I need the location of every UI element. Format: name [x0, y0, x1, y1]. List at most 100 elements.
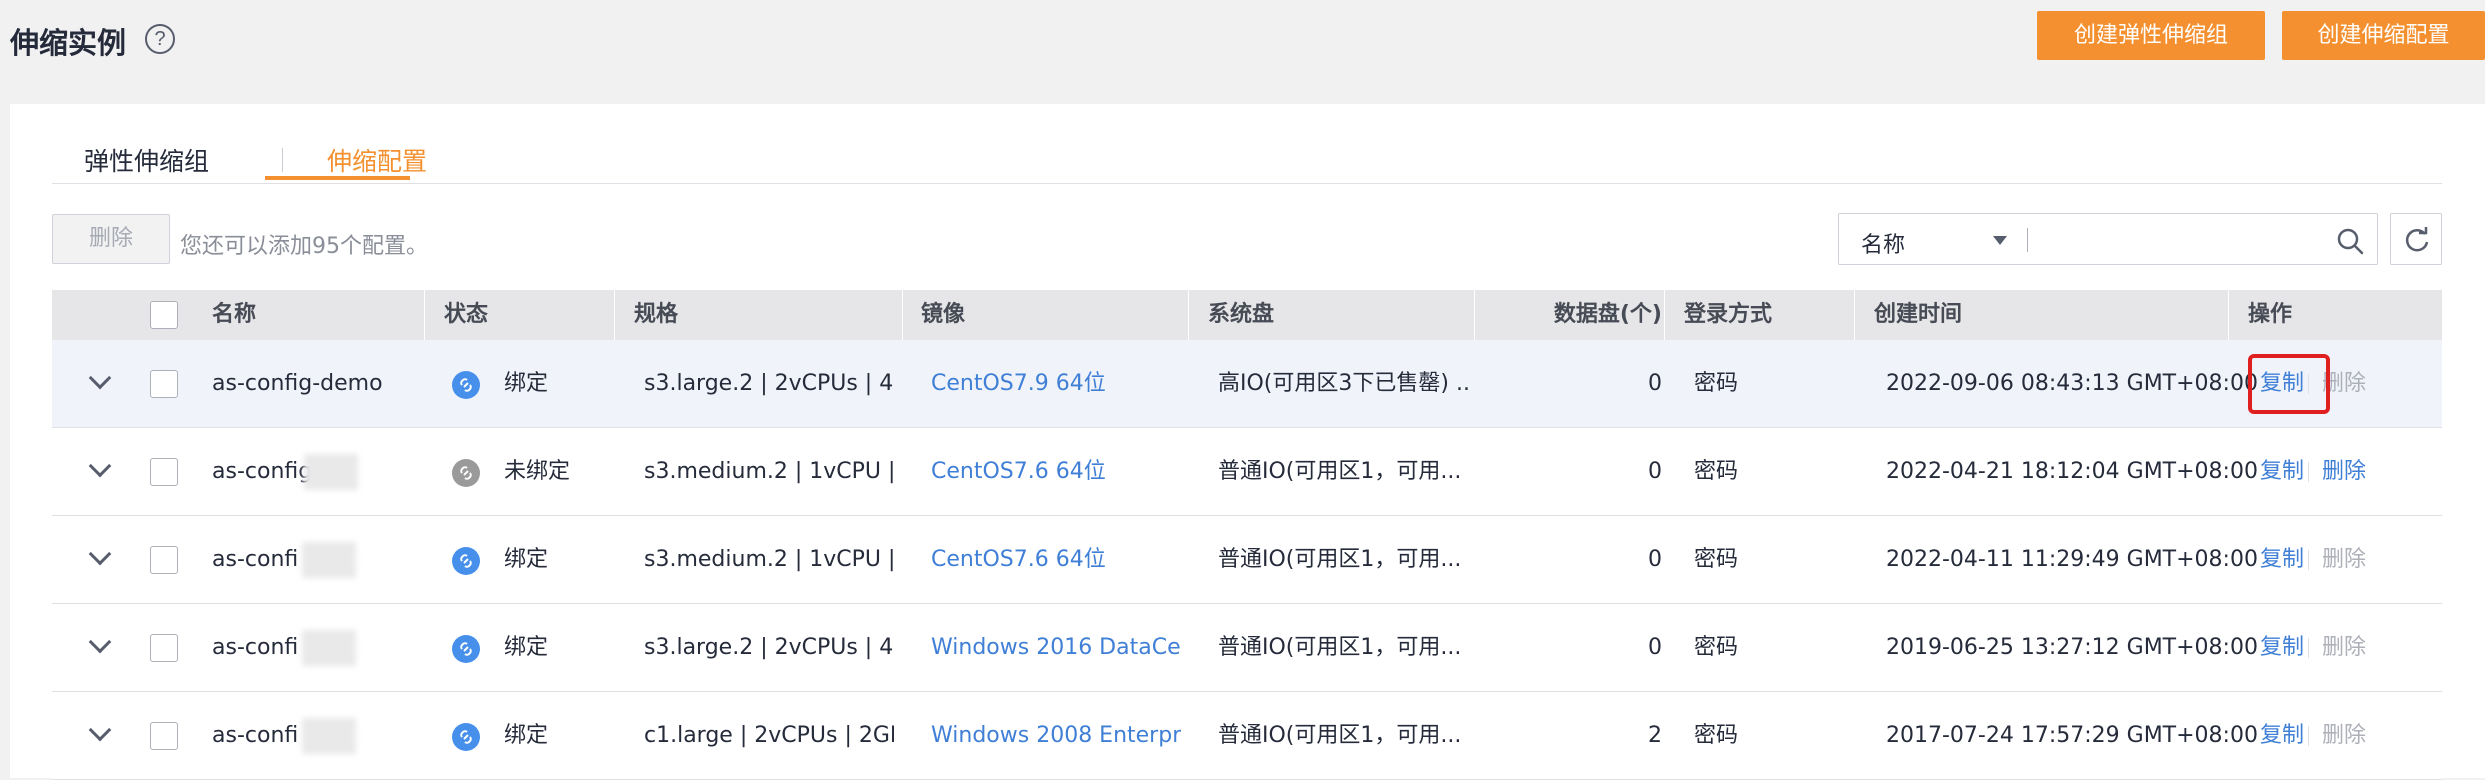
refresh-button[interactable]	[2390, 213, 2442, 265]
copy-link[interactable]: 复制	[2260, 692, 2304, 780]
column-divider	[2228, 290, 2229, 340]
data-disk-count: 0	[1648, 547, 1662, 572]
login-method: 密码	[1694, 547, 1739, 572]
created-time: 2019-06-25 13:27:12 GMT+08:00	[1886, 635, 2258, 660]
system-disk-text: 普通IO(可用区1，可用...	[1218, 723, 1462, 748]
status-text: 绑定	[504, 371, 549, 396]
config-name: as-config-demo	[212, 371, 383, 396]
row-checkbox[interactable]	[150, 634, 178, 662]
column-divider	[614, 290, 615, 340]
delete-link[interactable]: 删除	[2322, 692, 2366, 780]
search-divider	[2027, 228, 2028, 252]
tab-scaling-configs[interactable]: 伸缩配置	[327, 142, 427, 178]
system-disk-text: 普通IO(可用区1，可用...	[1218, 635, 1462, 660]
expand-row-toggle[interactable]	[80, 542, 120, 574]
action-divider	[2308, 550, 2309, 570]
create-scaling-group-button[interactable]: 创建弹性伸缩组	[2037, 11, 2265, 60]
spec-text: s3.large.2 | 2vCPUs | 4GB	[644, 371, 894, 396]
tab-scaling-groups[interactable]: 弹性伸缩组	[84, 142, 209, 178]
table-row[interactable]: as-confi 绑定 s3.large.2 | 2vCPUs | 4GB Wi…	[52, 604, 2442, 692]
data-disk-count: 0	[1648, 635, 1662, 660]
created-time: 2017-07-24 17:57:29 GMT+08:00	[1886, 723, 2258, 748]
system-disk-text: 普通IO(可用区1，可用...	[1218, 547, 1462, 572]
spec-text: c1.large | 2vCPUs | 2GB	[644, 723, 894, 748]
table-row[interactable]: as-config-demo 绑定 s3.large.2 | 2vCPUs | …	[52, 340, 2442, 428]
column-divider	[1188, 290, 1189, 340]
caret-down-icon[interactable]	[1993, 236, 2007, 245]
column-header-image: 镜像	[921, 302, 966, 327]
spec-text: s3.medium.2 | 1vCPU | ...	[644, 547, 894, 572]
table-row[interactable]: as-confi 绑定 c1.large | 2vCPUs | 2GB Wind…	[52, 692, 2442, 780]
chevron-down-icon	[88, 630, 112, 654]
chevron-down-icon	[88, 454, 112, 478]
table-row[interactable]: as-config 未绑定 s3.medium.2 | 1vCPU | ... …	[52, 428, 2442, 516]
redaction-blur	[302, 718, 356, 754]
image-link[interactable]: Windows 2016 DataCe...	[931, 604, 1181, 692]
column-header-data-disks: 数据盘(个)	[1553, 302, 1662, 327]
search-field-select[interactable]: 名称	[1861, 227, 1905, 259]
copy-link[interactable]: 复制	[2260, 604, 2304, 692]
quota-hint: 您还可以添加95个配置。	[180, 234, 428, 259]
expand-row-toggle[interactable]	[80, 718, 120, 750]
action-divider	[2308, 726, 2309, 746]
active-tab-indicator	[265, 176, 410, 180]
action-divider	[2308, 462, 2309, 482]
login-method: 密码	[1694, 459, 1739, 484]
tab-divider	[282, 148, 283, 172]
image-link[interactable]: Windows 2008 Enterpri...	[931, 692, 1181, 780]
highlight-annotation-box	[2248, 354, 2330, 414]
refresh-icon	[2405, 227, 2429, 252]
copy-link[interactable]: 复制	[2260, 428, 2304, 516]
create-scaling-config-button[interactable]: 创建伸缩配置	[2282, 11, 2485, 60]
status-text: 绑定	[504, 635, 549, 660]
row-checkbox[interactable]	[150, 546, 178, 574]
help-icon[interactable]: ?	[145, 24, 175, 54]
data-disk-count: 2	[1648, 723, 1662, 748]
bound-status-icon	[452, 371, 480, 399]
delete-link[interactable]: 删除	[2322, 516, 2366, 604]
select-all-checkbox[interactable]	[150, 301, 178, 329]
table-row[interactable]: as-confi 绑定 s3.medium.2 | 1vCPU | ... Ce…	[52, 516, 2442, 604]
column-divider	[424, 290, 425, 340]
row-checkbox[interactable]	[150, 370, 178, 398]
column-header-name: 名称	[212, 302, 257, 327]
login-method: 密码	[1694, 723, 1739, 748]
spec-text: s3.large.2 | 2vCPUs | 4GB	[644, 635, 894, 660]
status-text: 绑定	[504, 723, 549, 748]
redaction-blur	[302, 630, 356, 666]
column-header-spec: 规格	[634, 302, 679, 327]
image-link[interactable]: CentOS7.6 64位	[931, 516, 1181, 604]
chevron-down-icon	[88, 542, 112, 566]
search-icon[interactable]	[2335, 226, 2365, 256]
row-checkbox[interactable]	[150, 458, 178, 486]
batch-delete-button[interactable]: 删除	[52, 214, 170, 264]
expand-row-toggle[interactable]	[80, 454, 120, 486]
column-divider	[902, 290, 903, 340]
column-divider	[1664, 290, 1665, 340]
expand-row-toggle[interactable]	[80, 366, 120, 398]
spec-text: s3.medium.2 | 1vCPU | ...	[644, 459, 894, 484]
search-input[interactable]	[2035, 220, 2325, 258]
data-disk-count: 0	[1648, 459, 1662, 484]
delete-link[interactable]: 删除	[2322, 604, 2366, 692]
login-method: 密码	[1694, 371, 1739, 396]
content-panel: 弹性伸缩组 伸缩配置 删除 您还可以添加95个配置。 名称 名称 状态 规格 镜…	[10, 104, 2485, 780]
delete-link[interactable]: 删除	[2322, 428, 2366, 516]
redaction-blur	[304, 454, 358, 490]
created-time: 2022-09-06 08:43:13 GMT+08:00	[1886, 371, 2258, 396]
table-header: 名称 状态 规格 镜像 系统盘 数据盘(个) 登录方式 创建时间 操作	[52, 290, 2442, 340]
data-disk-count: 0	[1648, 371, 1662, 396]
status-text: 绑定	[504, 547, 549, 572]
copy-link[interactable]: 复制	[2260, 516, 2304, 604]
expand-row-toggle[interactable]	[80, 630, 120, 662]
chevron-down-icon	[88, 366, 112, 390]
action-divider	[2308, 638, 2309, 658]
image-link[interactable]: CentOS7.9 64位	[931, 340, 1181, 428]
created-time: 2022-04-21 18:12:04 GMT+08:00	[1886, 459, 2258, 484]
page-title: 伸缩实例	[10, 26, 127, 60]
column-divider	[1474, 290, 1475, 340]
tab-bar: 弹性伸缩组 伸缩配置	[52, 134, 2442, 184]
column-header-system-disk: 系统盘	[1208, 302, 1275, 327]
row-checkbox[interactable]	[150, 722, 178, 750]
image-link[interactable]: CentOS7.6 64位	[931, 428, 1181, 516]
